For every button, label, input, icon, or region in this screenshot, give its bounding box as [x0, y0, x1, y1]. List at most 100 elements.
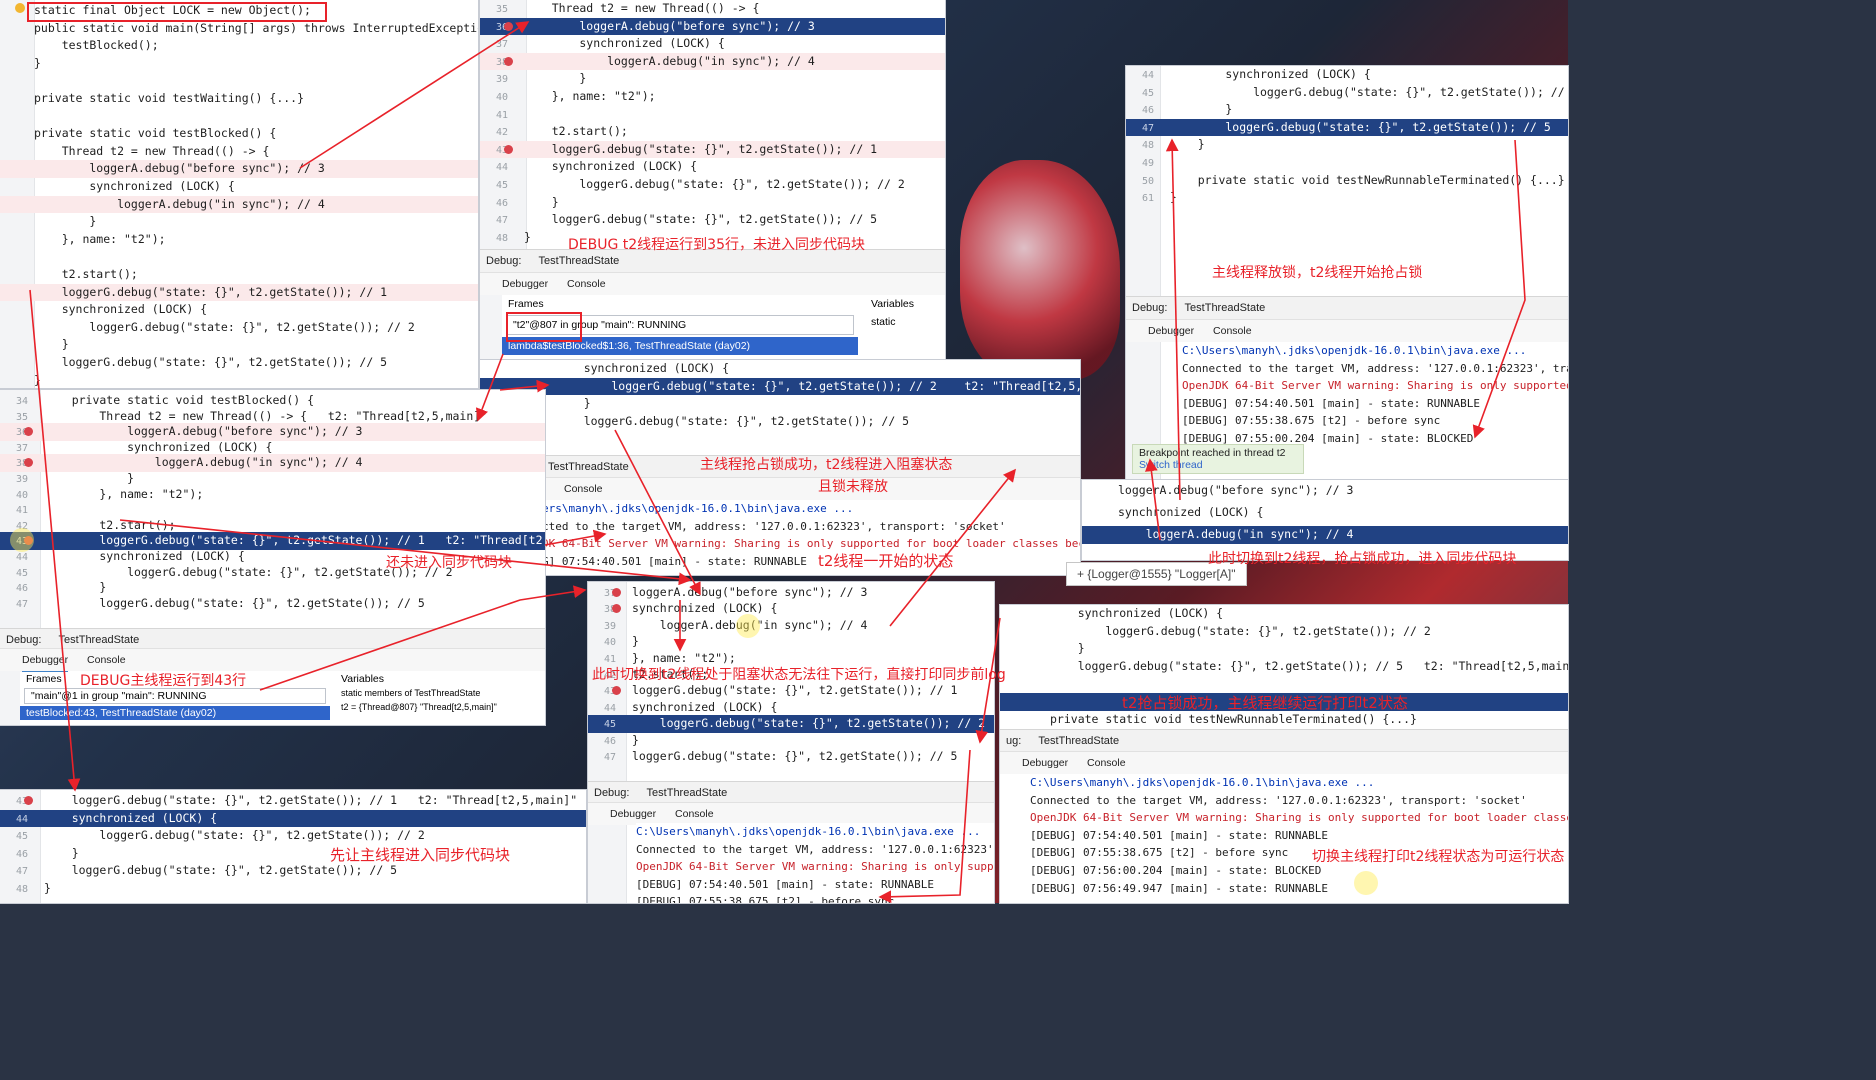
- variable-t2[interactable]: t2 = {Thread@807} "Thread[t2,5,main]": [335, 700, 545, 714]
- code-text: loggerG.debug("state: {}", t2.getState()…: [1170, 84, 1568, 99]
- code-line[interactable]: Thread t2 = new Thread(() -> {: [0, 143, 478, 161]
- code-line[interactable]: 42 t2.start();: [480, 123, 945, 141]
- code-line[interactable]: loggerA.debug("before sync"); // 3: [0, 160, 478, 178]
- debug-tab[interactable]: TestThreadState: [1184, 297, 1266, 321]
- code-line[interactable]: private static void testWaiting() {...}: [0, 90, 478, 108]
- code-line[interactable]: 48 }: [1126, 136, 1568, 154]
- code-line[interactable]: loggerG.debug("state: {}", t2.getState()…: [0, 283, 478, 302]
- frame-selected[interactable]: testBlocked:43, TestThreadState (day02): [20, 706, 330, 720]
- code-line[interactable]: 39 }: [480, 70, 945, 88]
- code-line[interactable]: 38 loggerA.debug("in sync"); // 4: [480, 52, 945, 71]
- code-line[interactable]: 44 synchronized (LOCK) {: [0, 809, 586, 828]
- breakpoint-icon[interactable]: [504, 56, 513, 66]
- code-line[interactable]: loggerG.debug("state: {}", t2.getState()…: [480, 413, 1080, 431]
- code-line[interactable]: 47 loggerG.debug("state: {}", t2.getStat…: [0, 595, 545, 613]
- code-line[interactable]: }, name: "t2");: [0, 231, 478, 249]
- code-line[interactable]: }: [0, 372, 478, 388]
- breakpoint-icon[interactable]: [504, 144, 513, 154]
- code-line[interactable]: }: [0, 336, 478, 354]
- code-line[interactable]: 46}: [588, 732, 994, 750]
- code-line[interactable]: 44 synchronized (LOCK) {: [588, 699, 994, 717]
- breakpoint-icon[interactable]: [24, 796, 33, 805]
- thread-select[interactable]: "main"@1 in group "main": RUNNING: [24, 688, 326, 704]
- code-line[interactable]: 43 loggerG.debug("state: {}", t2.getStat…: [480, 140, 945, 159]
- code-line[interactable]: 43 loggerG.debug("state: {}", t2.getStat…: [0, 792, 586, 810]
- code-line[interactable]: loggerA.debug("in sync"); // 4: [0, 195, 478, 214]
- code-line[interactable]: 61}: [1126, 189, 1568, 207]
- debug-toolbar: Debugger Console: [480, 272, 945, 297]
- code-line[interactable]: 44 synchronized (LOCK) {: [1126, 66, 1568, 84]
- code-line[interactable]: 37 synchronized (LOCK) {: [480, 35, 945, 53]
- code-line[interactable]: }: [1000, 640, 1568, 658]
- annotation-6: 此时切换到t2线程，抢占锁成功，进入同步代码块: [1208, 551, 1517, 567]
- code-line[interactable]: synchronized (LOCK) {: [0, 301, 478, 319]
- code-line[interactable]: 44 synchronized (LOCK) {: [480, 158, 945, 176]
- lightbulb-icon[interactable]: [15, 3, 25, 13]
- code-line[interactable]: synchronized (LOCK) {: [480, 360, 1080, 378]
- code-line[interactable]: 47 loggerG.debug("state: {}", t2.getStat…: [1126, 118, 1568, 137]
- code-line[interactable]: [0, 248, 478, 266]
- tab-debugger[interactable]: Debugger: [22, 649, 69, 673]
- tab-console[interactable]: Console: [1213, 320, 1252, 344]
- code-line[interactable]: 47 loggerG.debug("state: {}", t2.getStat…: [0, 862, 586, 880]
- tab-debugger[interactable]: Debugger: [502, 273, 549, 297]
- code-line[interactable]: 45 loggerG.debug("state: {}", t2.getStat…: [480, 176, 945, 194]
- tab-console[interactable]: Console: [564, 478, 603, 502]
- code-line[interactable]: 46 }: [480, 194, 945, 212]
- code-line[interactable]: 35 Thread t2 = new Thread(() -> {: [480, 0, 945, 18]
- code-line[interactable]: synchronized (LOCK) {: [1082, 504, 1568, 522]
- code-line[interactable]: 47 loggerG.debug("state: {}", t2.getStat…: [480, 211, 945, 229]
- breakpoint-icon[interactable]: [612, 588, 621, 597]
- code-line[interactable]: loggerG.debug("state: {}", t2.getState()…: [1000, 623, 1568, 641]
- tab-debugger[interactable]: Debugger: [1022, 752, 1068, 774]
- code-line[interactable]: 41: [480, 106, 945, 124]
- code-line[interactable]: }: [0, 55, 478, 73]
- code-line[interactable]: [0, 108, 478, 126]
- code-line[interactable]: 48}: [0, 880, 586, 898]
- code-line[interactable]: loggerA.debug("in sync"); // 4: [1082, 526, 1568, 544]
- code-line[interactable]: synchronized (LOCK) {: [0, 178, 478, 196]
- code-line[interactable]: 45 loggerG.debug("state: {}", t2.getStat…: [0, 827, 586, 845]
- tab-console[interactable]: Console: [87, 649, 126, 671]
- code-line[interactable]: 36 loggerA.debug("before sync"); // 3: [480, 17, 945, 36]
- switch-thread-link[interactable]: Switch thread: [1139, 459, 1297, 471]
- code-line[interactable]: 37 loggerA.debug("before sync"); // 3: [588, 584, 994, 602]
- code-line[interactable]: private static void testNewRunnableTermi…: [1000, 711, 1568, 729]
- code-line[interactable]: t2.start();: [0, 266, 478, 284]
- line-number: 45: [15, 831, 28, 843]
- variable-item[interactable]: static: [865, 313, 945, 331]
- code-line[interactable]: loggerG.debug("state: {}", t2.getState()…: [0, 354, 478, 372]
- tab-console[interactable]: Console: [567, 273, 606, 295]
- tab-debugger[interactable]: Debugger: [610, 803, 656, 825]
- code-line[interactable]: 47 loggerG.debug("state: {}", t2.getState…: [588, 748, 994, 766]
- code-line[interactable]: 40 }, name: "t2");: [480, 88, 945, 106]
- console-line: [DEBUG] 07:54:40.501 [main] - state: RUN…: [1030, 828, 1329, 842]
- code-line[interactable]: 46 }: [1126, 101, 1568, 119]
- code-line[interactable]: }: [0, 213, 478, 231]
- code-line[interactable]: loggerA.debug("before sync"); // 3: [1082, 482, 1568, 500]
- code-line[interactable]: 40}: [588, 633, 994, 651]
- code-line[interactable]: [1000, 675, 1568, 693]
- tab-console[interactable]: Console: [1087, 752, 1126, 776]
- code-line[interactable]: }: [480, 395, 1080, 413]
- code-line[interactable]: 45 loggerG.debug("state: {}", t2.getStat…: [588, 715, 994, 733]
- code-line[interactable]: loggerG.debug("state: {}", t2.getState()…: [1000, 658, 1568, 676]
- code-line[interactable]: 38 synchronized (LOCK) {: [588, 600, 994, 618]
- variables-pane: Variables static members of TestThreadSt…: [335, 672, 545, 725]
- code-line[interactable]: private static void testBlocked() {: [0, 125, 478, 143]
- code-line[interactable]: 43 loggerG.debug("state: {}", t2.getState…: [588, 682, 994, 700]
- code-line[interactable]: 50 private static void testNewRunnableTe…: [1126, 172, 1568, 190]
- code-line[interactable]: synchronized (LOCK) {: [1000, 605, 1568, 623]
- breakpoint-icon[interactable]: [504, 21, 513, 31]
- code-line[interactable]: loggerG.debug("state: {}", t2.getState()…: [480, 377, 1080, 396]
- code-line[interactable]: public static void main(String[] args) t…: [0, 20, 478, 38]
- tab-debugger[interactable]: Debugger: [1148, 320, 1194, 342]
- code-text: Thread t2 = new Thread(() -> {: [524, 1, 760, 15]
- code-line[interactable]: 39 loggerA.debug("in sync"); // 4: [588, 617, 994, 635]
- variable-static-members[interactable]: static members of TestThreadState: [335, 686, 545, 700]
- code-line[interactable]: [0, 72, 478, 90]
- code-line[interactable]: 45 loggerG.debug("state: {}", t2.getStat…: [1126, 84, 1568, 102]
- code-line[interactable]: 49: [1126, 154, 1568, 172]
- code-line[interactable]: loggerG.debug("state: {}", t2.getState()…: [0, 319, 478, 337]
- code-line[interactable]: testBlocked();: [0, 37, 478, 55]
